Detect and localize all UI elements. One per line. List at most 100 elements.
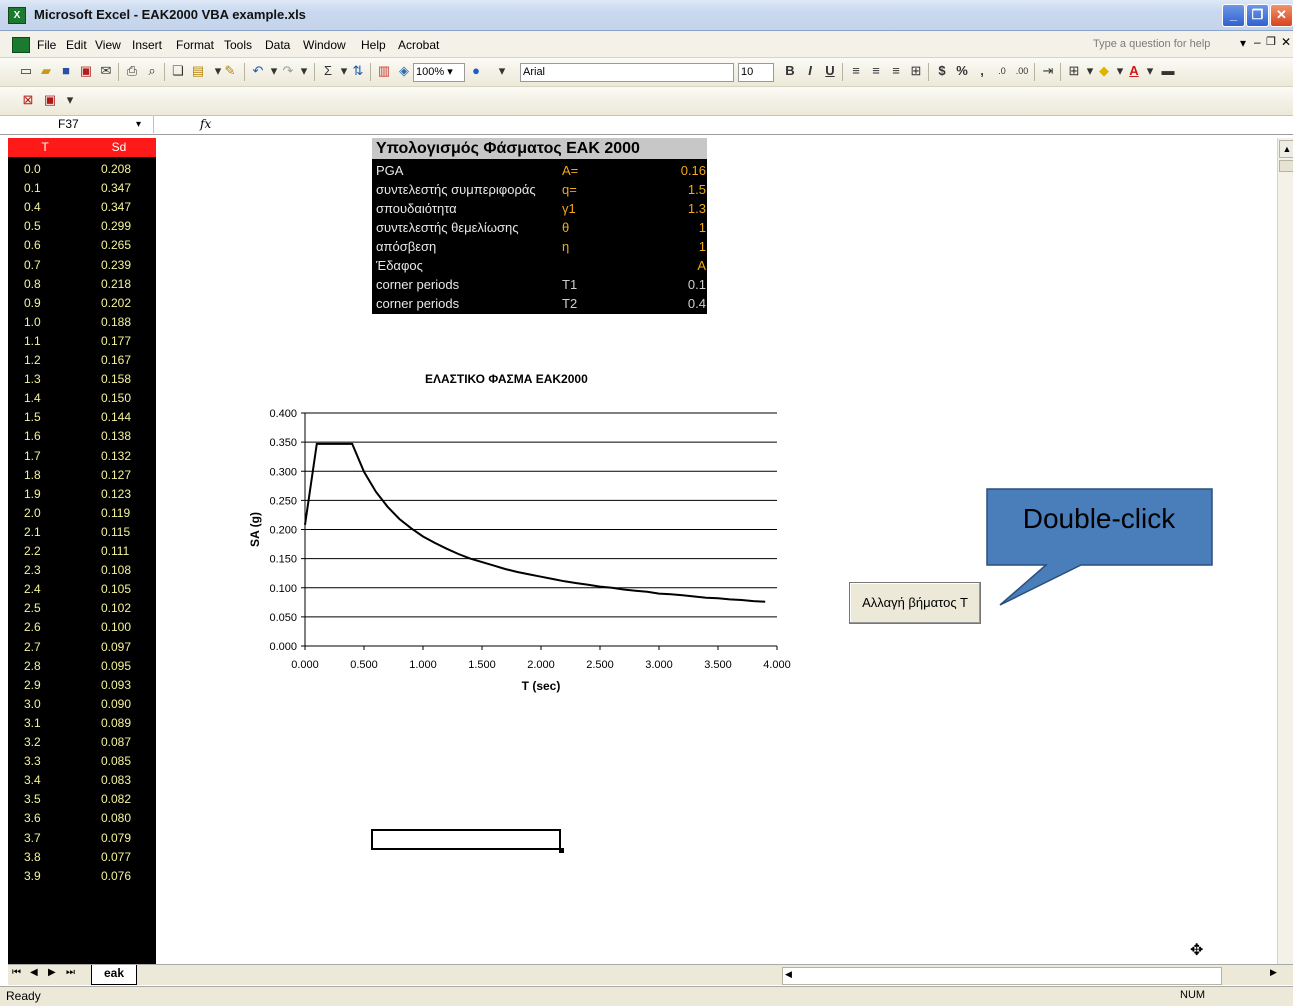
cell-T[interactable]: 2.5 [24,599,41,618]
parameter-name[interactable]: corner periods [376,294,459,313]
column-header-Sd[interactable]: Sd [82,138,156,157]
dropdown-arrow-icon[interactable]: ▾ [1240,36,1246,50]
parameter-symbol[interactable]: T1 [562,275,577,294]
parameter-value[interactable]: 1 [699,218,706,237]
new-icon[interactable]: ▭ [18,63,34,79]
question-box[interactable]: Type a question for help [1093,38,1210,50]
cell-T[interactable]: 1.5 [24,408,41,427]
drawing-icon[interactable]: ◈ [396,63,412,79]
copy-icon[interactable]: ❏ [170,63,186,79]
cell-T[interactable]: 1.1 [24,332,41,351]
menu-edit[interactable]: Edit [66,38,87,52]
align-center-icon[interactable]: ≡ [868,63,884,79]
cell-Sd[interactable]: 0.132 [101,447,131,466]
menu-file[interactable]: File [37,38,56,52]
cell-Sd[interactable]: 0.079 [101,829,131,848]
cell-T[interactable]: 2.4 [24,580,41,599]
cell-T[interactable]: 0.0 [24,160,41,179]
cell-Sd[interactable]: 0.115 [101,523,130,542]
menu-format[interactable]: Format [176,38,214,52]
cell-T[interactable]: 3.3 [24,752,41,771]
menu-window[interactable]: Window [303,38,346,52]
parameter-value[interactable]: 1.3 [688,199,706,218]
cell-Sd[interactable]: 0.102 [101,599,131,618]
cell-T[interactable]: 3.7 [24,829,41,848]
cell-Sd[interactable]: 0.167 [101,351,131,370]
cell-T[interactable]: 2.2 [24,542,41,561]
cell-T[interactable]: 0.9 [24,294,41,313]
bold-icon[interactable]: B [782,63,798,79]
comma-icon[interactable]: , [974,63,990,79]
scroll-thumb[interactable] [1279,160,1293,172]
cell-Sd[interactable]: 0.087 [101,733,131,752]
cell-T[interactable]: 0.8 [24,275,41,294]
cell-T[interactable]: 2.3 [24,561,41,580]
cell-T[interactable]: 1.9 [24,485,41,504]
cell-T[interactable]: 2.1 [24,523,41,542]
cell-T[interactable]: 1.2 [24,351,41,370]
cell-Sd[interactable]: 0.239 [101,256,131,275]
scroll-left-icon[interactable]: ◀ [785,969,792,980]
borders-icon[interactable]: ⊞ [1066,63,1082,79]
cell-T[interactable]: 3.6 [24,809,41,828]
cell-Sd[interactable]: 0.085 [101,752,131,771]
underline-icon[interactable]: U [822,63,838,79]
decrease-decimal-icon[interactable]: .00 [1014,63,1030,79]
permission-icon[interactable]: ▣ [78,63,94,79]
name-box-dropdown-icon[interactable]: ▾ [136,116,141,133]
menu-help[interactable]: Help [361,38,386,52]
cell-Sd[interactable]: 0.080 [101,809,131,828]
cell-Sd[interactable]: 0.158 [101,370,131,389]
cell-T[interactable]: 0.6 [24,236,41,255]
redo-icon[interactable]: ↷ [280,63,296,79]
first-sheet-icon[interactable]: ⏮ [12,967,21,978]
cell-T[interactable]: 1.8 [24,466,41,485]
scroll-up-icon[interactable]: ▲ [1279,140,1293,158]
font-color-dropdown-icon[interactable]: ▾ [1142,63,1158,79]
cell-Sd[interactable]: 0.177 [101,332,131,351]
print-icon[interactable]: ⎙ [124,63,140,79]
help-icon[interactable]: ● [468,63,484,79]
parameter-symbol[interactable]: θ [562,218,569,237]
align-left-icon[interactable]: ≡ [848,63,864,79]
minimize-workbook-icon[interactable]: – [1254,35,1261,49]
cell-Sd[interactable]: 0.089 [101,714,131,733]
align-right-icon[interactable]: ≡ [888,63,904,79]
restore-workbook-icon[interactable]: ❐ [1266,35,1276,48]
menu-acrobat[interactable]: Acrobat [398,38,439,52]
parameter-value[interactable]: 1.5 [688,180,706,199]
undo-icon[interactable]: ↶ [250,63,266,79]
cell-T[interactable]: 1.3 [24,370,41,389]
print-preview-icon[interactable]: ⌕ [144,63,160,79]
merge-center-icon[interactable]: ⊞ [908,63,924,79]
cell-Sd[interactable]: 0.095 [101,657,131,676]
cell-T[interactable]: 2.7 [24,638,41,657]
increase-decimal-icon[interactable]: .0 [994,63,1010,79]
sort-ascending-icon[interactable]: ⇅ [350,63,366,79]
parameter-symbol[interactable]: γ1 [562,199,576,218]
italic-icon[interactable]: I [802,63,818,79]
menu-view[interactable]: View [95,38,121,52]
cell-Sd[interactable]: 0.202 [101,294,131,313]
spectrum-chart[interactable]: 0.000 0.050 0.100 0.150 0.200 0.250 0.300 0.350… [245,400,805,700]
convert-and-email-icon[interactable]: ▣ [42,92,58,108]
cell-T[interactable]: 0.1 [24,179,41,198]
minimize-button[interactable]: _ [1222,4,1245,27]
parameter-symbol[interactable]: T2 [562,294,577,313]
cell-Sd[interactable]: 0.347 [101,198,131,217]
cell-Sd[interactable]: 0.077 [101,848,131,867]
parameter-symbol[interactable]: A= [562,161,578,180]
autosum-icon[interactable]: Σ [320,63,336,79]
change-step-button[interactable]: Αλλαγή βήματος Τ [849,582,981,624]
cell-T[interactable]: 1.4 [24,389,41,408]
next-sheet-icon[interactable]: ▶ [48,967,56,978]
cell-T[interactable]: 3.0 [24,695,41,714]
font-color-icon[interactable]: A [1126,63,1142,79]
cell-T[interactable]: 2.6 [24,618,41,637]
cell-T[interactable]: 3.4 [24,771,41,790]
parameter-name[interactable]: σπουδαιότητα [376,199,457,218]
toolbar-options-icon[interactable]: ▬ [1160,63,1176,79]
indent-icon[interactable]: ⇥ [1040,63,1056,79]
cell-Sd[interactable]: 0.097 [101,638,131,657]
open-icon[interactable]: ▰ [38,63,54,79]
